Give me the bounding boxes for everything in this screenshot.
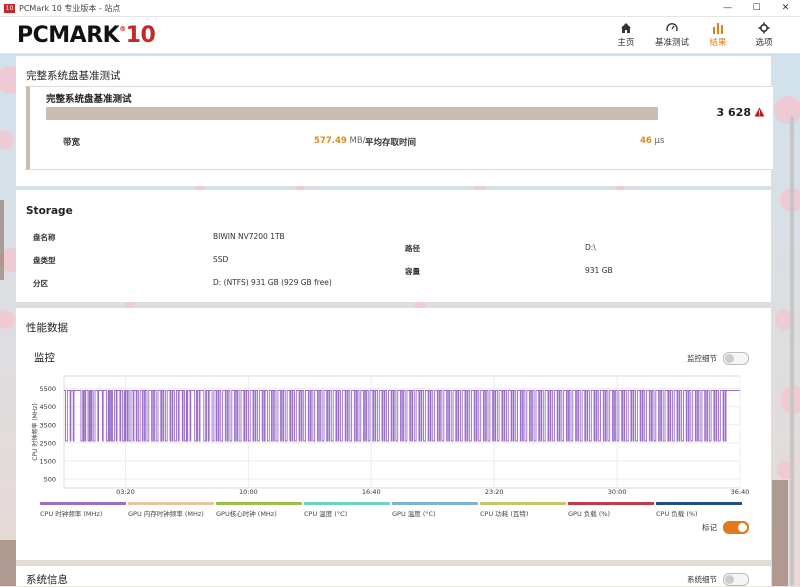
markers-label: 标记 [702, 523, 717, 532]
path-label: 路径 [405, 244, 420, 253]
score-card-title: 完整系统盘基准测试 [46, 94, 132, 105]
x-tick-label: 36:40 [731, 488, 750, 496]
monitor-chart: 5500 4500 3500 2500 1500 500 03:20 10:00 16:40 23… [31, 375, 750, 496]
legend-gpu-temp[interactable]: GPU 温度 (°C) [392, 502, 480, 518]
x-tick-label: 30:00 [608, 488, 627, 496]
legend-cpu-clock[interactable]: CPU 时钟频率 (MHz) [40, 502, 128, 518]
y-axis-label: CPU 时钟频率 (MHz) [31, 403, 39, 461]
partition-label: 分区 [33, 279, 48, 288]
performance-panel: 性能数据 监控 监控细节 5500 4500 3500 2500 1500 500 03:2… [16, 308, 771, 560]
access-time-value: 46 μs [640, 136, 665, 146]
summary-title: 完整系统盘基准测试 [26, 70, 121, 82]
nav-home[interactable]: 主页 [608, 20, 644, 48]
main-nav: 主页 基准测试 结果 选项 [608, 20, 782, 48]
pcmark-logo: PCMARK®10 [17, 23, 156, 48]
y-tick-label: 5500 [39, 385, 56, 393]
scrollbar[interactable] [789, 56, 795, 586]
home-icon [620, 20, 632, 36]
gear-icon [758, 20, 770, 36]
y-tick-label: 3500 [39, 421, 56, 429]
disk-type-label: 盘类型 [33, 256, 56, 265]
system-details-toggle[interactable] [723, 573, 749, 586]
nav-results[interactable]: 结果 [700, 20, 736, 48]
storage-title: Storage [26, 205, 73, 217]
window-titlebar: 10 PCMark 10 专业版本 - 站点 — ☐ ✕ [0, 0, 800, 17]
x-tick-label: 10:00 [239, 488, 258, 496]
markers-toggle-row: 标记 [702, 521, 749, 534]
access-time-label: 平均存取时间 [365, 138, 417, 148]
markers-toggle[interactable] [723, 521, 749, 534]
disk-type-value: SSD [213, 255, 229, 264]
gauge-icon [666, 20, 678, 36]
legend-cpu-temp[interactable]: CPU 温度 (°C) [304, 502, 392, 518]
x-tick-label: 16:40 [362, 488, 381, 496]
legend-cpu-load[interactable]: CPU 负载 (%) [656, 502, 744, 518]
score-card: 完整系统盘基准测试 3 628 带宽 577.49 MB/s 平均存取时间 46… [26, 86, 774, 170]
monitor-details-toggle-row: 监控细节 [687, 352, 749, 365]
legend-gpu-mem-clock[interactable]: GPU 内存时钟频率 (MHz) [128, 502, 216, 518]
monitor-title: 监控 [34, 352, 55, 364]
result-summary-panel: 完整系统盘基准测试 完整系统盘基准测试 3 628 带宽 577.49 MB/s… [16, 56, 774, 186]
bar-chart-icon [712, 20, 724, 36]
legend-gpu-load[interactable]: GPU 负载 (%) [568, 502, 656, 518]
y-tick-label: 2500 [39, 439, 56, 447]
window-title: PCMark 10 专业版本 - 站点 [19, 3, 121, 13]
y-tick-label: 500 [44, 475, 56, 483]
disk-name-value: BIWIN NV7200 1TB [213, 232, 285, 241]
score-bar [46, 107, 658, 120]
monitor-details-toggle[interactable] [723, 352, 749, 365]
capacity-value: 931 GB [585, 266, 613, 275]
monitor-details-label: 监控细节 [687, 354, 717, 363]
performance-title: 性能数据 [26, 322, 68, 334]
legend-gpu-core-clock[interactable]: GPU核心时钟 (MHz) [216, 502, 304, 518]
scrollbar-thumb[interactable] [790, 116, 794, 586]
maximize-icon[interactable]: ☐ [742, 0, 771, 16]
bandwidth-label: 带宽 [63, 138, 81, 148]
close-icon[interactable]: ✕ [771, 0, 800, 16]
nav-benchmarks[interactable]: 基准测试 [654, 20, 690, 48]
bandwidth-value: 577.49 MB/s [314, 136, 370, 146]
score-value: 3 628 [716, 106, 751, 119]
disk-name-label: 盘名称 [33, 233, 56, 242]
path-value: D:\ [585, 243, 596, 252]
system-info-title: 系统信息 [26, 574, 68, 586]
y-tick-label: 4500 [39, 403, 56, 411]
app-header: PCMARK®10 主页 基准测试 结果 选项 [0, 17, 800, 53]
minimize-icon[interactable]: — [713, 0, 742, 16]
warning-icon[interactable] [754, 107, 765, 117]
chart-legend: CPU 时钟频率 (MHz) GPU 内存时钟频率 (MHz) GPU核心时钟 … [40, 502, 744, 518]
x-tick-label: 23:20 [485, 488, 504, 496]
legend-cpu-power[interactable]: CPU 功耗 (瓦特) [480, 502, 568, 518]
y-tick-label: 1500 [39, 457, 56, 465]
storage-panel: Storage 盘名称 BIWIN NV7200 1TB 盘类型 SSD 分区 … [16, 190, 771, 302]
system-details-label: 系统细节 [687, 575, 717, 584]
partition-value: D: (NTFS) 931 GB (929 GB free) [213, 278, 332, 287]
x-tick-label: 03:20 [116, 488, 135, 496]
capacity-label: 容量 [405, 267, 420, 276]
system-info-panel: 系统信息 系统细节 [16, 566, 771, 586]
system-details-toggle-row: 系统细节 [687, 573, 749, 586]
app-icon: 10 [4, 3, 15, 13]
nav-options[interactable]: 选项 [746, 20, 782, 48]
